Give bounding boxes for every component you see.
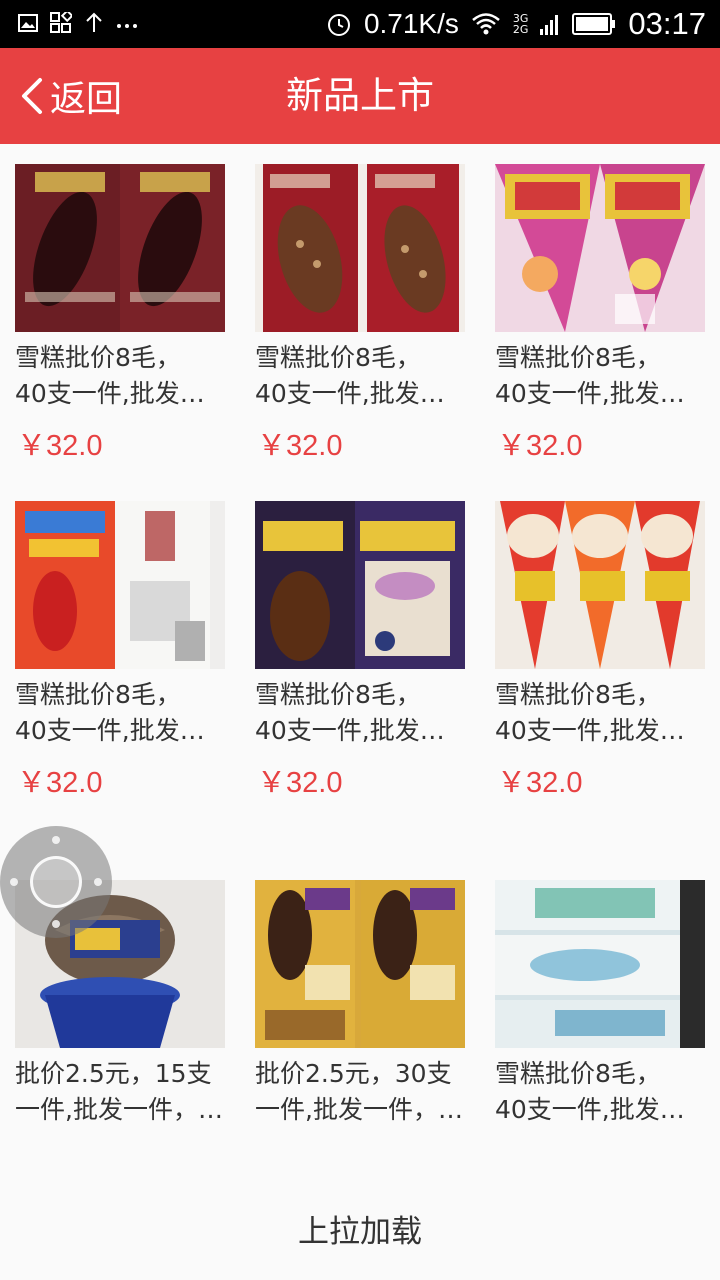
- product-price: ￥32.0: [257, 767, 343, 799]
- assistive-ring-icon: [30, 856, 82, 908]
- product-price: ￥32.0: [17, 767, 103, 799]
- product-name: 雪糕批价8毛， 40支一件,批发一…: [255, 343, 467, 408]
- product-name: 雪糕批价8毛， 40支一件,批发一…: [495, 343, 707, 408]
- wifi-icon: [472, 13, 500, 35]
- signal-icon: [540, 15, 559, 35]
- more-dots-icon: [117, 24, 137, 28]
- product-image: [495, 880, 705, 1048]
- chevron-left-icon: [22, 78, 42, 114]
- nav-bar: 返回 新品上市: [0, 48, 720, 144]
- product-image: [255, 164, 465, 332]
- alarm-icon: [327, 14, 350, 36]
- product-name: 雪糕批价8毛， 40支一件,批发一…: [495, 1059, 707, 1124]
- product-price: ￥32.0: [17, 430, 103, 462]
- product-name: 雪糕批价8毛， 40支一件,批发一…: [255, 680, 467, 745]
- product-price: ￥32.0: [497, 767, 583, 799]
- product-image: [495, 501, 705, 669]
- network-type: 3G 2G: [512, 12, 529, 36]
- back-label: 返回: [50, 79, 123, 120]
- battery-icon: [572, 13, 616, 35]
- product-image: [255, 501, 465, 669]
- product-name: 批价2.5元，15支 一件,批发一件，…: [15, 1059, 223, 1124]
- product-image: [15, 501, 225, 669]
- product-name: 雪糕批价8毛， 40支一件,批发一…: [15, 680, 227, 745]
- product-name: 批价2.5元，30支 一件,批发一件，…: [255, 1059, 463, 1124]
- product-price: ￥32.0: [257, 430, 343, 462]
- floating-assistive-button[interactable]: [0, 826, 112, 938]
- upload-arrow-icon: [86, 12, 102, 32]
- product-image: [15, 164, 225, 332]
- image-icon: [18, 14, 38, 32]
- app-grid-icon: [50, 12, 72, 33]
- product-name: 雪糕批价8毛， 40支一件,批发一…: [495, 680, 707, 745]
- pull-to-load-label: 上拉加载: [298, 1214, 422, 1250]
- product-image: [255, 880, 465, 1048]
- network-speed: 0.71K/s: [363, 8, 459, 39]
- product-name: 雪糕批价8毛， 40支一件,批发一…: [15, 343, 227, 408]
- product-image: [495, 164, 705, 332]
- clock: 03:17: [628, 6, 706, 41]
- product-price: ￥32.0: [497, 430, 583, 462]
- status-bar: 0.71K/s 3G 2G 03:17: [0, 0, 720, 48]
- back-button[interactable]: 返回: [18, 68, 122, 124]
